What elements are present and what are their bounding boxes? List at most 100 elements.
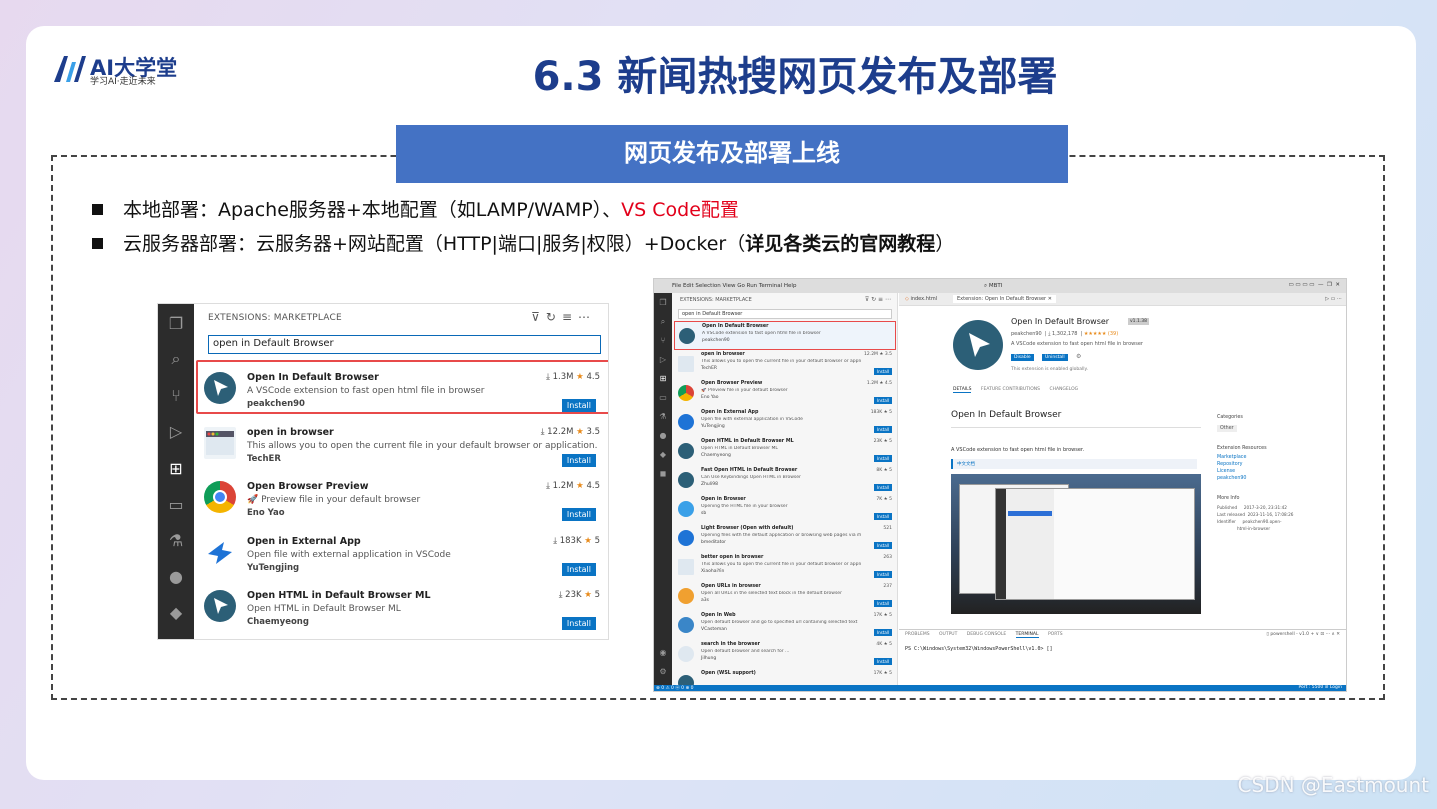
extension-item[interactable]: Open In Default Browser A VSCode extensio… xyxy=(674,321,896,350)
explorer-icon[interactable]: ❐ xyxy=(166,314,186,334)
refresh-icon[interactable]: ↻ xyxy=(546,310,562,324)
install-button[interactable]: Install xyxy=(873,629,892,636)
docker-icon[interactable]: ◆ xyxy=(658,450,668,460)
extensions-icon[interactable]: ⊞ xyxy=(166,459,186,479)
install-button[interactable]: Install xyxy=(561,508,596,521)
testing-icon[interactable]: ⚗ xyxy=(658,412,668,422)
install-button[interactable]: Install xyxy=(873,368,892,375)
window-controls[interactable]: ▭ ▭ ▭ ▭ — ❐ ✕ xyxy=(1288,282,1340,288)
bullet-text: 本地部署：Apache服务器+本地配置（如LAMP/WAMP）、 xyxy=(123,199,622,221)
clear-icon[interactable]: ≡ xyxy=(562,310,578,324)
extension-name: Open In Web xyxy=(701,613,736,618)
panel-tab-problems[interactable]: PROBLEMS xyxy=(905,632,930,637)
install-button[interactable]: Install xyxy=(873,513,892,520)
install-button[interactable]: Install xyxy=(873,397,892,404)
command-search[interactable]: ⌕ MBTI xyxy=(984,283,1002,290)
extensions-icon[interactable]: ⊞ xyxy=(658,374,668,384)
extension-item[interactable]: Open HTML in Default Browser ML Open HTML… xyxy=(674,437,896,466)
extension-item[interactable]: Open in External App Open file with exter… xyxy=(674,408,896,437)
extension-item[interactable]: better open in browser This allows you to… xyxy=(674,553,896,582)
extension-item[interactable]: open in browser This allows you to open t… xyxy=(674,350,896,379)
settings-gear-icon[interactable]: ⚙ xyxy=(658,667,668,677)
panel-tab-terminal[interactable]: TERMINAL xyxy=(1015,632,1039,638)
install-button[interactable]: Install xyxy=(561,563,596,576)
subtab-feature-contributions[interactable]: FEATURE CONTRIBUTIONS xyxy=(981,387,1040,392)
json-icon[interactable]: ● xyxy=(166,567,186,587)
extension-item[interactable]: Open URLs in browser Open all URLs in the… xyxy=(674,582,896,611)
readme-link[interactable]: 中文文档 xyxy=(951,459,1197,469)
panel-tab-ports[interactable]: PORTS xyxy=(1048,632,1063,637)
terminal-panel: PROBLEMS OUTPUT DEBUG CONSOLE TERMINAL P… xyxy=(899,629,1346,685)
extension-item[interactable]: Fast Open HTML in Default Browser Can Use… xyxy=(674,466,896,495)
subtab-changelog[interactable]: CHANGELOG xyxy=(1049,387,1078,392)
resource-link[interactable]: License xyxy=(1217,468,1327,475)
account-icon[interactable]: ◉ xyxy=(658,648,668,658)
resource-link[interactable]: peakchen90 xyxy=(1217,475,1327,482)
install-button[interactable]: Install xyxy=(873,658,892,665)
extension-stats: 17K ★ 5 xyxy=(873,671,892,676)
testing-icon[interactable]: ⚗ xyxy=(166,531,186,551)
extension-item[interactable]: Open In Web Open default browser and go t… xyxy=(674,611,896,640)
extensions-search-input[interactable]: open in Default Browser xyxy=(208,335,601,354)
search-icon[interactable]: ⌕ xyxy=(658,317,668,327)
panel-tab-output[interactable]: OUTPUT xyxy=(939,632,957,637)
terminal-prompt[interactable]: PS C:\Windows\System32\WindowsPowerShell… xyxy=(905,646,1053,652)
menu-bar[interactable]: File Edit Selection View Go Run Terminal… xyxy=(672,283,796,289)
editor-actions[interactable]: ▷ ▭ ⋯ xyxy=(1321,295,1346,303)
install-button[interactable]: Install xyxy=(873,571,892,578)
disable-button[interactable]: Disable xyxy=(1011,354,1034,361)
install-button[interactable]: Install xyxy=(561,399,596,412)
panel-tab-debug-console[interactable]: DEBUG CONSOLE xyxy=(967,632,1006,637)
search-icon[interactable]: ⌕ xyxy=(166,349,186,369)
install-button[interactable]: Install xyxy=(561,617,596,630)
source-control-icon[interactable]: ⑂ xyxy=(166,386,186,406)
install-button[interactable]: Install xyxy=(873,542,892,549)
extension-item[interactable]: Open Browser Preview 🚀 Preview file in yo… xyxy=(674,379,896,408)
run-debug-icon[interactable]: ▷ xyxy=(658,355,668,365)
subtab-details[interactable]: DETAILS xyxy=(953,387,972,393)
resource-link[interactable]: Marketplace xyxy=(1217,454,1327,461)
tab-extension-detail[interactable]: Extension: Open In Default Browser ✕ xyxy=(953,295,1056,303)
remote-explorer-icon[interactable]: ▭ xyxy=(658,393,668,403)
extension-item[interactable]: Open In Default Browser A VSCode extensi… xyxy=(196,360,608,414)
more-icon[interactable]: ⋯ xyxy=(578,310,596,324)
terminal-shell-selector[interactable]: ▯ powershell - v1.0 + ∨ ⊡ ⋯ ∧ ✕ xyxy=(1266,632,1340,637)
remote-explorer-icon[interactable]: ▭ xyxy=(166,495,186,515)
docker-icon[interactable]: ◆ xyxy=(166,603,186,623)
extension-item[interactable]: Open in External App Open file with exte… xyxy=(198,526,608,580)
json-icon[interactable]: ● xyxy=(658,431,668,441)
status-right[interactable]: Port : 5500 ⊘ Login xyxy=(1298,685,1342,690)
docker-whale-icon[interactable]: ◼ xyxy=(658,469,668,479)
category-tag[interactable]: Other xyxy=(1217,425,1237,432)
run-debug-icon[interactable]: ▷ xyxy=(166,422,186,442)
source-control-icon[interactable]: ⑂ xyxy=(658,336,668,346)
filter-icon[interactable]: ⊽ xyxy=(531,310,546,324)
extension-desc: This allows you to open the current file… xyxy=(701,359,861,364)
uninstall-button[interactable]: Uninstall xyxy=(1042,354,1068,361)
extension-author: TechER xyxy=(247,454,281,464)
sidebar-toolbar[interactable]: ⊽ ↻ ≡ ⋯ xyxy=(865,296,891,303)
install-button[interactable]: Install xyxy=(873,426,892,433)
bullet-text-end: ） xyxy=(935,233,955,255)
install-button[interactable]: Install xyxy=(873,484,892,491)
extension-item[interactable]: open in browser This allows you to open … xyxy=(198,417,608,471)
tab-index-html[interactable]: ◇ index.html xyxy=(901,295,941,303)
extension-item[interactable]: Light Browser (Open with default) Opening… xyxy=(674,524,896,553)
code-icon xyxy=(678,530,694,546)
extension-author: YuTengjing xyxy=(247,563,300,573)
detail-version: v1.1.38 xyxy=(1128,318,1149,325)
extension-item[interactable]: Open HTML in Default Browser ML Open HTM… xyxy=(198,580,608,634)
sidebar-search-input[interactable]: open in Default Browser xyxy=(678,309,892,319)
install-button[interactable]: Install xyxy=(561,454,596,467)
status-left[interactable]: ⊗ 0 ⚠ 0 ⓦ 0 ⊕ 0 xyxy=(656,685,694,691)
extension-item[interactable]: Open Browser Preview 🚀 Preview file in y… xyxy=(198,471,608,525)
readme-divider xyxy=(951,427,1201,428)
install-button[interactable]: Install xyxy=(873,600,892,607)
settings-gear-icon[interactable]: ⚙ xyxy=(1076,353,1081,360)
extension-item[interactable]: Open in Browser Opening the HTML file in … xyxy=(674,495,896,524)
bullet-local-deploy: 本地部署：Apache服务器+本地配置（如LAMP/WAMP）、VS Code配… xyxy=(92,198,954,232)
install-button[interactable]: Install xyxy=(873,455,892,462)
explorer-icon[interactable]: ❐ xyxy=(658,298,668,308)
extension-item[interactable]: search in the browser Open default browse… xyxy=(674,640,896,669)
resource-link[interactable]: Repository xyxy=(1217,461,1327,468)
